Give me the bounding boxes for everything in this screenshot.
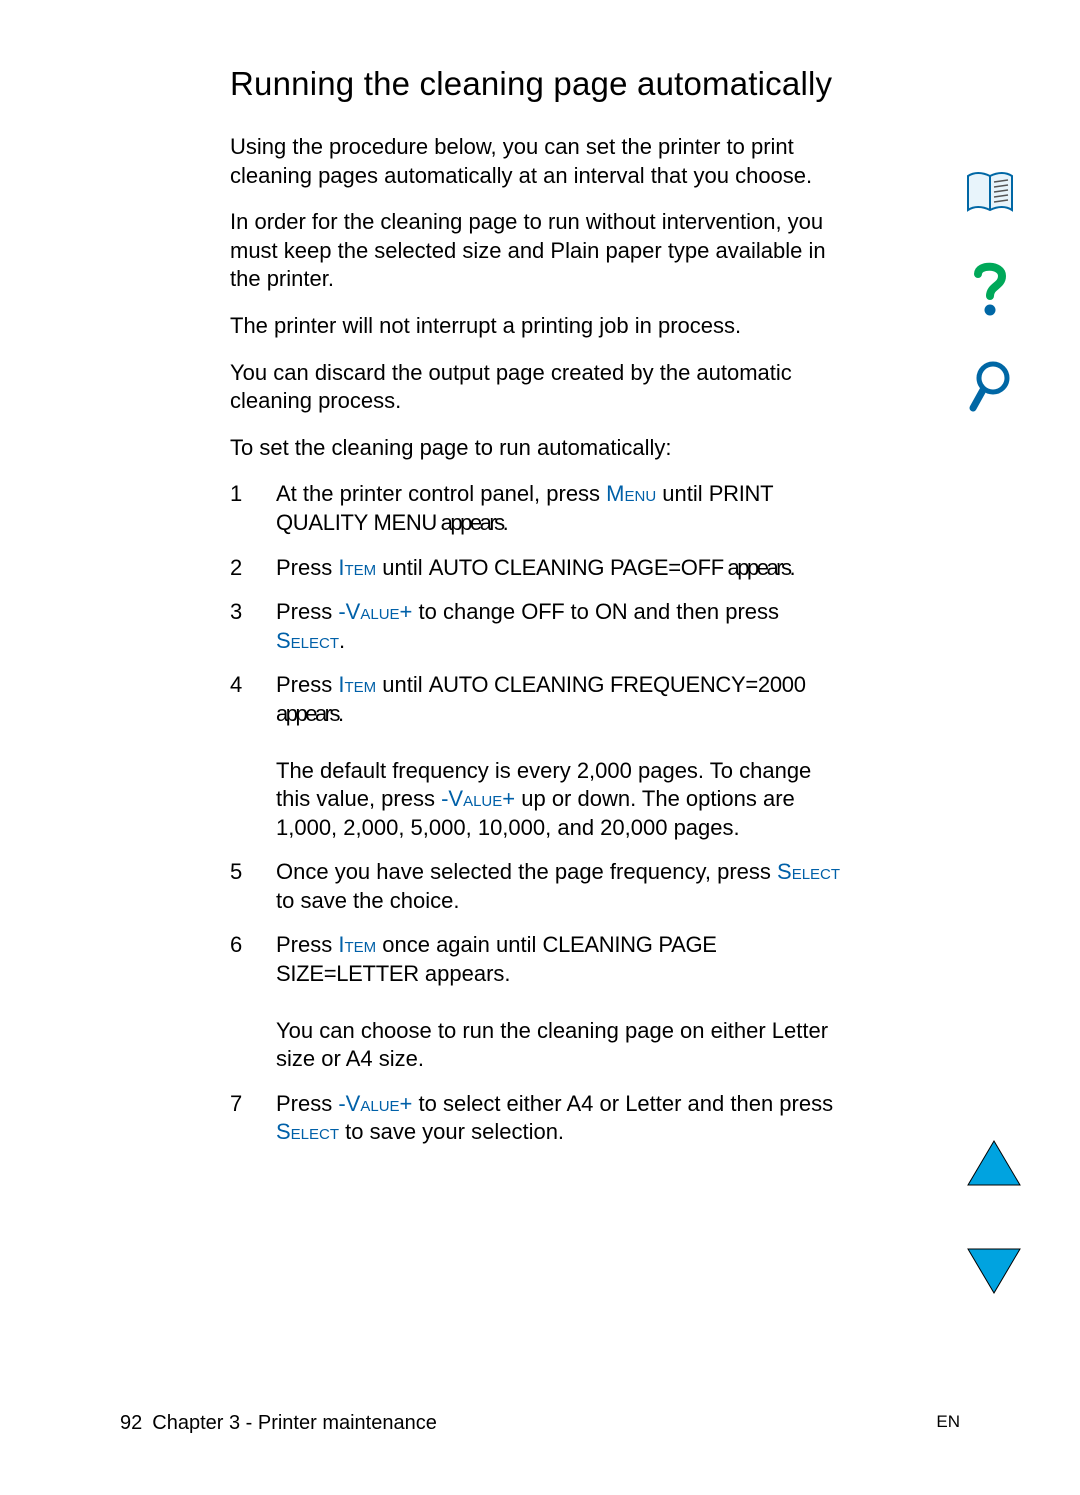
step-3: 3 Press -Value+ to change OFF to ON and … [230, 598, 850, 655]
step-body: Press Item once again until CLEANING PAG… [276, 931, 850, 1073]
display-text: OFF [521, 599, 564, 624]
page-title: Running the cleaning page automatically [230, 65, 850, 103]
step-number: 6 [230, 931, 276, 1073]
step-4: 4 Press Item until AUTO CLEANING FREQUEN… [230, 671, 850, 842]
step-text: . [339, 628, 345, 653]
intro-paragraph-2: In order for the cleaning page to run wi… [230, 208, 850, 294]
step-text: appears. [276, 701, 342, 726]
step-6: 6 Press Item once again until CLEANING P… [230, 931, 850, 1073]
value-key: -Value+ [338, 1091, 412, 1116]
chapter-label: Chapter 3 - Printer maintenance [152, 1412, 437, 1435]
search-icon[interactable] [967, 360, 1013, 416]
step-text: Once you have selected the page frequenc… [276, 859, 777, 884]
menu-key: Menu [606, 481, 656, 506]
step-text: once again until [376, 932, 542, 957]
step-sub-paragraph: The default frequency is every 2,000 pag… [276, 757, 850, 843]
step-text: and then press [627, 599, 779, 624]
step-text: to select either A4 or Letter and then p… [412, 1091, 833, 1116]
step-number: 2 [230, 554, 276, 583]
step-number: 1 [230, 480, 276, 537]
intro-paragraph-3: The printer will not interrupt a printin… [230, 312, 850, 341]
page-footer: 92 Chapter 3 - Printer maintenance EN [120, 1412, 960, 1435]
step-text: Press [276, 932, 338, 957]
step-text: Press [276, 599, 338, 624]
step-body: Press -Value+ to change OFF to ON and th… [276, 598, 850, 655]
value-key: -Value+ [441, 786, 515, 811]
step-text: to save the choice. [276, 888, 459, 913]
step-text: Press [276, 555, 338, 580]
intro-paragraph-5: To set the cleaning page to run automati… [230, 434, 850, 463]
step-text: Press [276, 1091, 338, 1116]
book-icon[interactable] [964, 170, 1016, 218]
step-number: 5 [230, 858, 276, 915]
step-5: 5 Once you have selected the page freque… [230, 858, 850, 915]
step-text: until [376, 555, 429, 580]
footer-lang: EN [936, 1412, 960, 1435]
step-1: 1 At the printer control panel, press Me… [230, 480, 850, 537]
help-icon[interactable] [968, 260, 1012, 318]
step-body: Press Item until AUTO CLEANING FREQUENCY… [276, 671, 850, 842]
step-2: 2 Press Item until AUTO CLEANING PAGE=OF… [230, 554, 850, 583]
intro-paragraph-1: Using the procedure below, you can set t… [230, 133, 850, 190]
arrow-down-icon[interactable] [966, 1247, 1022, 1295]
value-key: -Value+ [338, 599, 412, 624]
page-number: 92 [120, 1412, 142, 1435]
display-text: AUTO CLEANING PAGE=OFF [429, 555, 724, 580]
arrow-up-icon[interactable] [966, 1139, 1022, 1187]
select-key: Select [777, 859, 840, 884]
item-key: Item [338, 555, 376, 580]
step-text: to change [412, 599, 521, 624]
page-content: Running the cleaning page automatically … [230, 65, 850, 1163]
display-text: AUTO CLEANING FREQUENCY=2000 [429, 672, 806, 697]
step-text: to [564, 599, 595, 624]
step-body: Once you have selected the page frequenc… [276, 858, 850, 915]
step-text: to save your selection. [339, 1119, 564, 1144]
step-text: appears. [437, 510, 506, 535]
step-body: Press -Value+ to select either A4 or Let… [276, 1090, 850, 1147]
step-text: You can choose to run the cleaning page … [276, 1018, 828, 1072]
step-body: Press Item until AUTO CLEANING PAGE=OFF … [276, 554, 850, 583]
select-key: Select [276, 1119, 339, 1144]
page-nav-arrows [966, 1139, 1022, 1295]
step-body: At the printer control panel, press Menu… [276, 480, 850, 537]
step-number: 4 [230, 671, 276, 842]
item-key: Item [338, 932, 376, 957]
footer-left: 92 Chapter 3 - Printer maintenance [120, 1412, 437, 1435]
step-text: until [656, 481, 709, 506]
item-key: Item [338, 672, 376, 697]
intro-paragraph-4: You can discard the output page created … [230, 359, 850, 416]
step-text: appears. [724, 555, 793, 580]
step-text: appears. [419, 961, 511, 986]
step-number: 3 [230, 598, 276, 655]
step-sub-paragraph: You can choose to run the cleaning page … [276, 1017, 850, 1074]
display-text: ON [595, 599, 627, 624]
step-7: 7 Press -Value+ to select either A4 or L… [230, 1090, 850, 1147]
select-key: Select [276, 628, 339, 653]
sidebar-nav [960, 170, 1020, 416]
step-text: Press [276, 672, 338, 697]
step-number: 7 [230, 1090, 276, 1147]
step-text: until [376, 672, 429, 697]
step-text: At the printer control panel, press [276, 481, 606, 506]
